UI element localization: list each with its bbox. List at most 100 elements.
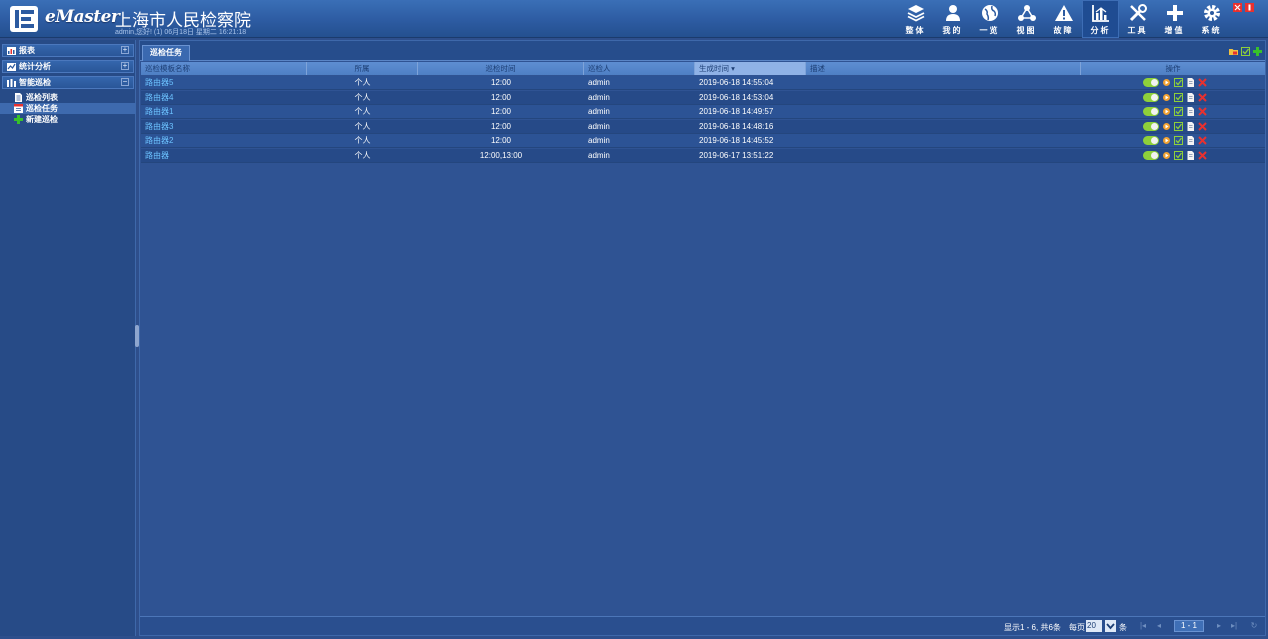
checklist-icon[interactable] <box>1174 78 1183 87</box>
execute-icon[interactable] <box>1162 136 1171 145</box>
table-row[interactable]: 路由器4 个人 12:00 admin 2019-06-18 14:53:04 <box>141 90 1265 105</box>
document-icon[interactable] <box>1186 150 1195 160</box>
cell-template-name[interactable]: 路由器1 <box>141 105 307 118</box>
expand-toggle[interactable]: + <box>121 62 129 70</box>
sidebar-group-reports[interactable]: 报表 + <box>2 44 134 57</box>
checklist-icon[interactable] <box>1241 47 1250 56</box>
column-header-owner[interactable]: 所属 <box>307 62 418 75</box>
last-page-icon[interactable]: ▸| <box>1229 621 1239 631</box>
tools-icon <box>1129 4 1147 22</box>
delete-icon[interactable] <box>1198 92 1207 102</box>
table-row[interactable]: 路由器3 个人 12:00 admin 2019-06-18 14:48:16 <box>141 119 1265 134</box>
column-header-template-name[interactable]: 巡检模板名称 <box>141 62 307 75</box>
document-icon[interactable] <box>1186 121 1195 131</box>
chevron-down-icon[interactable] <box>1105 620 1116 632</box>
checklist-icon[interactable] <box>1174 136 1183 145</box>
delete-icon[interactable] <box>1198 107 1207 116</box>
nav-item-tools[interactable]: 工具 <box>1119 0 1156 38</box>
prev-page-icon[interactable]: ◂ <box>1154 621 1164 631</box>
enable-toggle[interactable] <box>1143 107 1159 116</box>
document-icon[interactable] <box>1186 92 1195 102</box>
cell-inspector: admin <box>588 150 610 160</box>
enable-toggle[interactable] <box>1143 150 1159 160</box>
table-row[interactable]: 路由器 个人 12:00,13:00 admin 2019-06-17 13:51:22 <box>141 148 1265 163</box>
cell-inspector: admin <box>588 78 610 87</box>
refresh-icon[interactable]: ↻ <box>1249 621 1259 631</box>
execute-icon[interactable] <box>1162 151 1171 160</box>
nav-item-analysis[interactable]: 分析 <box>1082 0 1119 38</box>
column-header-inspection-time[interactable]: 巡检时间 <box>418 62 584 75</box>
cell-template-name[interactable]: 路由器3 <box>141 120 307 133</box>
first-page-icon[interactable]: |◂ <box>1138 621 1148 631</box>
nav-item-value-added[interactable]: 增值 <box>1156 0 1193 38</box>
expand-toggle[interactable]: + <box>121 46 129 54</box>
cell-inspector: admin <box>588 107 610 116</box>
cell-description <box>806 91 1081 104</box>
brand-name: eMaster <box>45 7 120 27</box>
app-logo <box>10 6 38 32</box>
execute-icon[interactable] <box>1162 93 1171 102</box>
sidebar-item-inspection-list[interactable]: 巡检列表 <box>0 92 136 103</box>
table-row[interactable]: 路由器1 个人 12:00 admin 2019-06-18 14:49:57 <box>141 105 1265 119</box>
nav-item-overview[interactable]: 一览 <box>971 0 1008 38</box>
delete-icon[interactable] <box>1198 150 1207 160</box>
delete-icon[interactable] <box>1198 136 1207 145</box>
enable-toggle[interactable] <box>1143 78 1159 87</box>
per-page-unit: 条 <box>1119 623 1127 632</box>
execute-icon[interactable] <box>1162 107 1171 116</box>
pagination-info: 显示1 - 6, 共6条 <box>1004 623 1061 632</box>
document-icon[interactable] <box>1186 78 1195 87</box>
nav-label: 我的 <box>942 26 963 35</box>
logout-icon[interactable] <box>1245 3 1254 12</box>
delete-icon[interactable] <box>1198 121 1207 131</box>
execute-icon[interactable] <box>1162 78 1171 87</box>
inspection-icon <box>7 78 16 87</box>
checklist-icon[interactable] <box>1174 150 1183 160</box>
nav-item-mine[interactable]: 我的 <box>934 0 971 38</box>
delete-icon[interactable] <box>1198 78 1207 87</box>
enable-toggle[interactable] <box>1143 121 1159 131</box>
add-icon <box>14 115 23 124</box>
sidebar-group-inspection[interactable]: 智能巡检 − <box>2 76 134 89</box>
column-header-created-time[interactable]: 生成时间 ▾ <box>695 62 806 75</box>
collapse-toggle[interactable]: − <box>121 78 129 86</box>
sidebar-item-label: 巡检列表 <box>26 93 58 102</box>
enable-toggle[interactable] <box>1143 136 1159 145</box>
checklist-icon[interactable] <box>1174 92 1183 102</box>
cell-owner: 个人 <box>354 150 371 160</box>
table-row[interactable]: 路由器5 个人 12:00 admin 2019-06-18 14:55:04 <box>141 76 1265 90</box>
add-icon[interactable] <box>1253 47 1262 56</box>
cell-inspection-time: 12:00 <box>490 121 512 131</box>
sidebar-item-inspection-tasks[interactable]: 巡检任务 <box>0 103 136 114</box>
cell-actions <box>1081 105 1265 118</box>
column-header-inspector[interactable]: 巡检人 <box>584 62 695 75</box>
nav-item-view[interactable]: 视图 <box>1008 0 1045 38</box>
nav-item-overall[interactable]: 整体 <box>897 0 934 38</box>
per-page-select[interactable]: 20 <box>1086 620 1102 632</box>
column-header-description[interactable]: 描述 <box>806 62 1081 75</box>
document-icon[interactable] <box>1186 136 1195 145</box>
folder-icon[interactable] <box>1229 47 1238 56</box>
table-header: 巡检模板名称 所属 巡检时间 巡检人 生成时间 ▾ 描述 操作 <box>141 62 1265 75</box>
cell-inspection-time: 12:00 <box>490 92 512 102</box>
column-header-label: 生成时间 <box>699 64 729 73</box>
next-page-icon[interactable]: ▸ <box>1214 621 1224 631</box>
tab-inspection-tasks[interactable]: 巡检任务 <box>142 45 190 61</box>
cell-template-name[interactable]: 路由器4 <box>141 91 307 104</box>
document-icon[interactable] <box>1186 107 1195 116</box>
main-nav: 整体 我的 一览 视图 故障 分析 工具 增值 系统 <box>897 0 1230 38</box>
help-icon[interactable] <box>1233 3 1242 12</box>
nav-item-fault[interactable]: 故障 <box>1045 0 1082 38</box>
cell-template-name[interactable]: 路由器5 <box>141 76 307 89</box>
nav-item-system[interactable]: 系统 <box>1193 0 1230 38</box>
table-row[interactable]: 路由器2 个人 12:00 admin 2019-06-18 14:45:52 <box>141 134 1265 148</box>
cell-template-name[interactable]: 路由器2 <box>141 134 307 147</box>
cell-template-name[interactable]: 路由器 <box>141 149 307 162</box>
sidebar-item-new-inspection[interactable]: 新建巡检 <box>0 114 136 125</box>
enable-toggle[interactable] <box>1143 92 1159 102</box>
sidebar-group-statistics[interactable]: 统计分析 + <box>2 60 134 73</box>
execute-icon[interactable] <box>1162 122 1171 131</box>
cell-actions <box>1081 120 1265 133</box>
checklist-icon[interactable] <box>1174 121 1183 131</box>
checklist-icon[interactable] <box>1174 107 1183 116</box>
